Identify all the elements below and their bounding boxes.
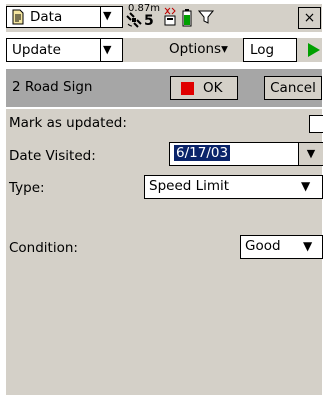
feature-title: 2 Road Sign: [12, 79, 93, 95]
data-dropdown[interactable]: Data ▼: [6, 6, 123, 28]
stop-icon: [181, 82, 194, 95]
cancel-button[interactable]: Cancel: [264, 76, 322, 100]
date-visited-field[interactable]: 6/17/03 ▼: [169, 142, 323, 166]
type-label: Type:: [9, 180, 45, 196]
battery-icon: [182, 9, 192, 27]
chevron-down-icon: ▼: [303, 239, 313, 253]
divider: [100, 39, 101, 61]
data-dropdown-label: Data: [30, 9, 63, 25]
feature-header: 2 Road Sign OK Cancel: [6, 69, 322, 107]
play-icon[interactable]: [307, 43, 321, 57]
ok-button[interactable]: OK: [170, 76, 238, 100]
satellite-icon: [126, 12, 142, 28]
document-icon: [12, 9, 24, 25]
satellite-count: 5: [144, 13, 154, 29]
chevron-down-icon: ▼: [103, 43, 112, 56]
options-menu-button[interactable]: Options▾: [161, 38, 241, 62]
update-dropdown[interactable]: Update ▼: [6, 38, 123, 62]
log-button[interactable]: Log: [243, 38, 297, 62]
filter-icon: [198, 10, 214, 24]
condition-select[interactable]: Good ▼: [240, 235, 323, 259]
condition-value: Good: [245, 238, 281, 254]
type-value: Speed Limit: [149, 178, 230, 194]
gps-status[interactable]: 0.87m 5: [124, 3, 222, 32]
mark-updated-checkbox[interactable]: [309, 115, 323, 133]
close-icon: ×: [303, 10, 316, 26]
chevron-down-icon: ▼: [103, 9, 112, 22]
date-visited-value: 6/17/03: [174, 145, 231, 161]
radio-icon: [164, 7, 176, 26]
chevron-down-icon[interactable]: ▼: [298, 143, 323, 165]
chevron-down-icon: ▼: [301, 179, 311, 193]
update-dropdown-label: Update: [12, 42, 61, 58]
date-visited-label: Date Visited:: [9, 148, 96, 164]
toolbar: Update ▼ Options▾ Log: [6, 38, 322, 62]
type-select[interactable]: Speed Limit ▼: [144, 175, 323, 199]
mark-updated-label: Mark as updated:: [9, 115, 127, 131]
divider: [100, 7, 101, 27]
condition-label: Condition:: [9, 240, 78, 256]
attribute-form: Mark as updated: Date Visited: 6/17/03 ▼…: [6, 109, 323, 395]
status-bar: Data ▼ 0.87m 5 ×: [6, 3, 322, 32]
ok-button-label: OK: [203, 80, 223, 96]
close-button[interactable]: ×: [298, 7, 321, 29]
